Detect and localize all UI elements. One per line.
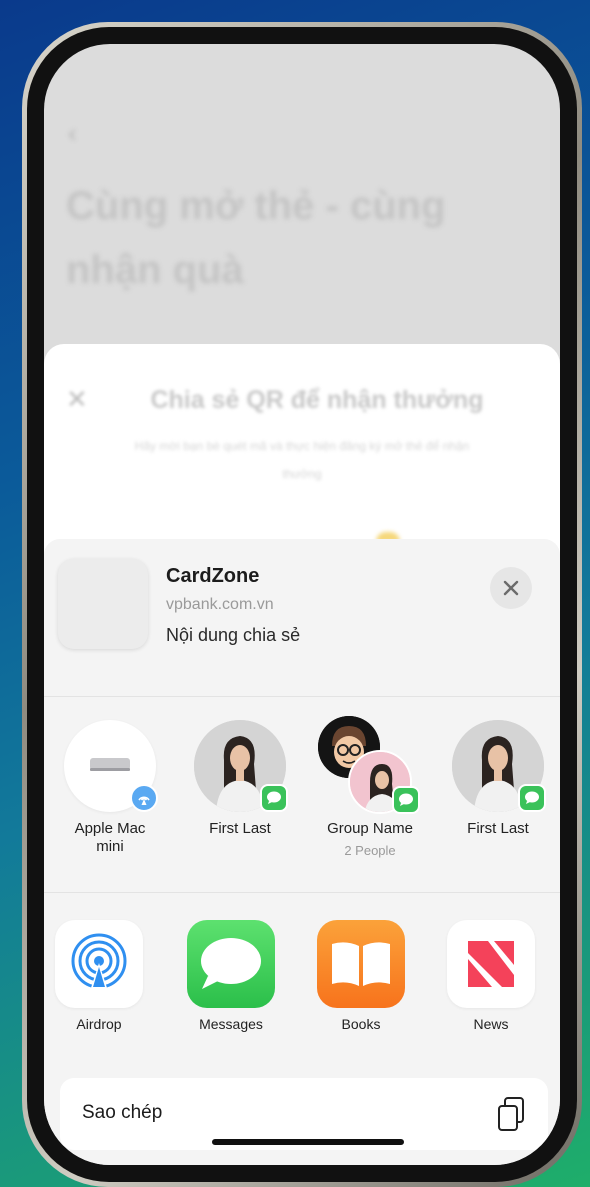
share-url: vpbank.com.vn [166,596,274,613]
share-thumbnail [58,559,148,649]
device-avatar [64,720,158,812]
phone-bezel: ‹ Cùng mở thẻ - cùng nhận quà ✕ Chia sẻ … [27,27,577,1182]
contact-first-last[interactable]: First Last [180,720,300,838]
modal-subtitle: Hãy mời bạn bè quét mã và thực hiện đăng… [134,439,470,481]
group-avatar [318,716,420,814]
app-label: Books [341,1016,381,1032]
back-icon: ‹ [68,118,77,148]
contact-group-name[interactable]: Group Name 2 People [310,716,430,858]
share-title: CardZone [166,565,260,587]
messages-badge-icon [392,786,420,814]
news-icon [447,920,535,1008]
app-label: Airdrop [76,1016,122,1032]
share-sheet: CardZone vpbank.com.vn Nội dung chia sẻ [44,539,560,1165]
home-indicator[interactable] [212,1139,404,1145]
airdrop-icon [55,920,143,1008]
close-share-button[interactable] [490,567,532,609]
background-page-title: Cùng mở thẻ - cùng nhận quà [66,184,446,292]
airdrop-badge-icon [130,784,158,812]
app-label: Messages [199,1016,263,1032]
qr-modal: ✕ Chia sẻ QR để nhận thưởng Hãy mời bạn … [44,344,560,564]
contact-name: Group Name [327,820,413,837]
contact-name: First Last [467,820,529,837]
apps-row: Airdrop Messages Books News [44,894,560,1064]
share-description: Nội dung chia sẻ [166,625,301,645]
app-news[interactable]: News [436,920,546,1032]
background-page: ‹ Cùng mở thẻ - cùng nhận quà [44,44,560,344]
copy-icon [498,1097,524,1131]
modal-title: Chia sẻ QR để nhận thưởng [150,386,484,414]
avatar [194,720,288,812]
contact-first-last[interactable]: First Last [438,720,558,838]
copy-label: Sao chép [82,1102,163,1123]
contact-name: Apple Mac mini [74,820,146,855]
messages-icon [187,920,275,1008]
screen: ‹ Cùng mở thẻ - cùng nhận quà ✕ Chia sẻ … [44,44,560,1165]
phone-frame: ‹ Cùng mở thẻ - cùng nhận quà ✕ Chia sẻ … [22,22,582,1187]
app-books[interactable]: Books [306,920,416,1032]
app-messages[interactable]: Messages [176,920,286,1032]
close-icon [503,580,519,596]
share-header: CardZone vpbank.com.vn Nội dung chia sẻ [44,539,560,697]
avatar [452,720,546,812]
app-label: News [473,1016,509,1032]
contacts-row: Apple Mac mini First Last Group Name 2 P… [44,698,560,893]
messages-badge-icon [518,784,546,812]
contact-name: First Last [209,820,271,837]
contact-apple-mac-mini[interactable]: Apple Mac mini [50,720,170,856]
contact-subtitle: 2 People [344,843,396,858]
app-airdrop[interactable]: Airdrop [44,920,154,1032]
messages-badge-icon [260,784,288,812]
books-icon [317,920,405,1008]
